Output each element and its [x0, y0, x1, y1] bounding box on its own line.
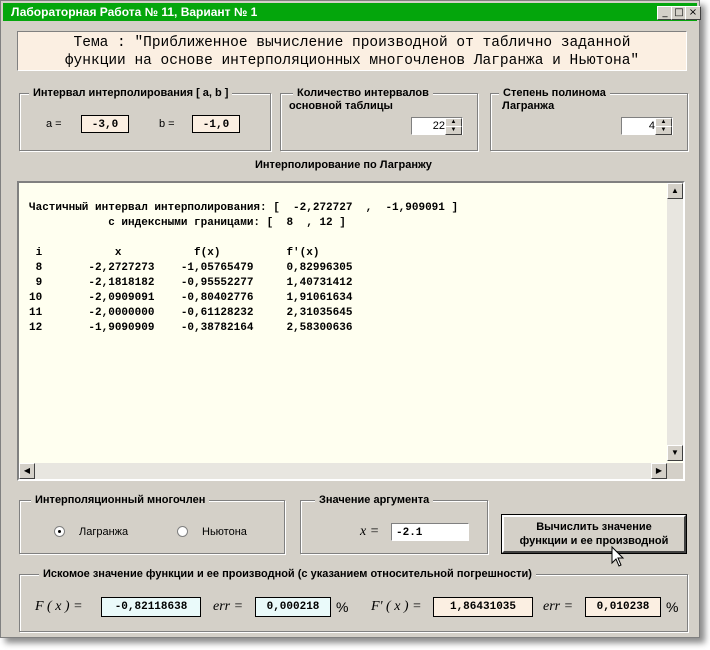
window-title: Лабораторная Работа № 11, Вариант № 1 — [11, 5, 258, 19]
radio-lagrange[interactable] — [54, 526, 65, 537]
df-err-field[interactable]: 0,010238 — [585, 597, 661, 617]
df-value-field[interactable]: 1,86431035 — [433, 597, 533, 617]
f-value-field[interactable]: -0,82118638 — [101, 597, 201, 617]
f-err-field[interactable]: 0,000218 — [255, 597, 331, 617]
degree-spinner[interactable]: 4 ▲ ▼ — [621, 117, 673, 135]
spin-down-icon[interactable]: ▼ — [655, 126, 672, 135]
radio-newton-label[interactable]: Ньютона — [202, 526, 247, 538]
scroll-up-icon[interactable]: ▲ — [667, 183, 683, 199]
memo-content: Частичный интервал интерполирования: [ -… — [29, 202, 459, 334]
a-input[interactable]: -3,0 — [81, 115, 129, 133]
topic-line-1: Тема : "Приближенное вычисление производ… — [73, 35, 631, 51]
x-label: x = — [360, 524, 380, 539]
x-input[interactable]: -2.1 — [391, 523, 469, 541]
scroll-down-icon[interactable]: ▼ — [667, 445, 683, 461]
result-group-title: Искомое значение функции и ее производно… — [39, 568, 536, 580]
title-bar[interactable]: Лабораторная Работа № 11, Вариант № 1 _ … — [3, 3, 701, 21]
argument-group-title: Значение аргумента — [315, 494, 434, 506]
compute-button-line-2: функции и ее производной — [519, 535, 669, 547]
df-err-label: err = — [543, 599, 574, 614]
interval-count-value: 22 — [432, 120, 445, 132]
interval-count-spinner[interactable]: 22 ▲ ▼ — [411, 117, 463, 135]
vertical-scrollbar[interactable]: ▲ ▼ — [667, 183, 683, 461]
f-err-label: err = — [213, 599, 244, 614]
horizontal-scrollbar[interactable]: ◀ ▶ — [19, 463, 667, 479]
compute-button[interactable]: Вычислить значение функции и ее производ… — [502, 515, 686, 553]
topic-banner: Тема : "Приближенное вычисление производ… — [17, 31, 687, 71]
scroll-corner — [667, 463, 683, 479]
degree-title: Степень полинома — [499, 87, 610, 99]
interval-group-title: Интервал интерполирования [ a, b ] — [29, 87, 233, 99]
spin-down-icon[interactable]: ▼ — [445, 126, 462, 135]
radio-newton[interactable] — [177, 526, 188, 537]
topic-line-2: функции на основе интерполяционных много… — [64, 53, 640, 69]
results-memo[interactable]: Частичный интервал интерполирования: [ -… — [17, 181, 685, 481]
b-label: b = — [159, 118, 175, 130]
radio-lagrange-label[interactable]: Лагранжа — [79, 526, 128, 538]
close-button[interactable]: × — [685, 6, 701, 20]
interval-count-subtitle: основной таблицы — [289, 100, 393, 112]
mouse-cursor-icon — [611, 546, 625, 567]
df-label: F' ( x ) = — [371, 599, 422, 614]
compute-button-line-1: Вычислить значение — [536, 521, 652, 533]
f-err-unit: % — [336, 599, 349, 615]
df-err-unit: % — [666, 599, 679, 615]
interval-count-title: Количество интервалов — [293, 87, 433, 99]
a-label: a = — [46, 118, 62, 130]
memo-heading: Интерполирование по Лагранжу — [255, 159, 432, 171]
b-input[interactable]: -1,0 — [192, 115, 240, 133]
scroll-right-icon[interactable]: ▶ — [651, 463, 667, 479]
degree-subtitle: Лагранжа — [502, 100, 555, 112]
main-window: Лабораторная Работа № 11, Вариант № 1 _ … — [0, 0, 701, 638]
f-label: F ( x ) = — [35, 599, 83, 614]
scroll-left-icon[interactable]: ◀ — [19, 463, 35, 479]
polynomial-group-title: Интерполяционный многочлен — [31, 494, 210, 506]
